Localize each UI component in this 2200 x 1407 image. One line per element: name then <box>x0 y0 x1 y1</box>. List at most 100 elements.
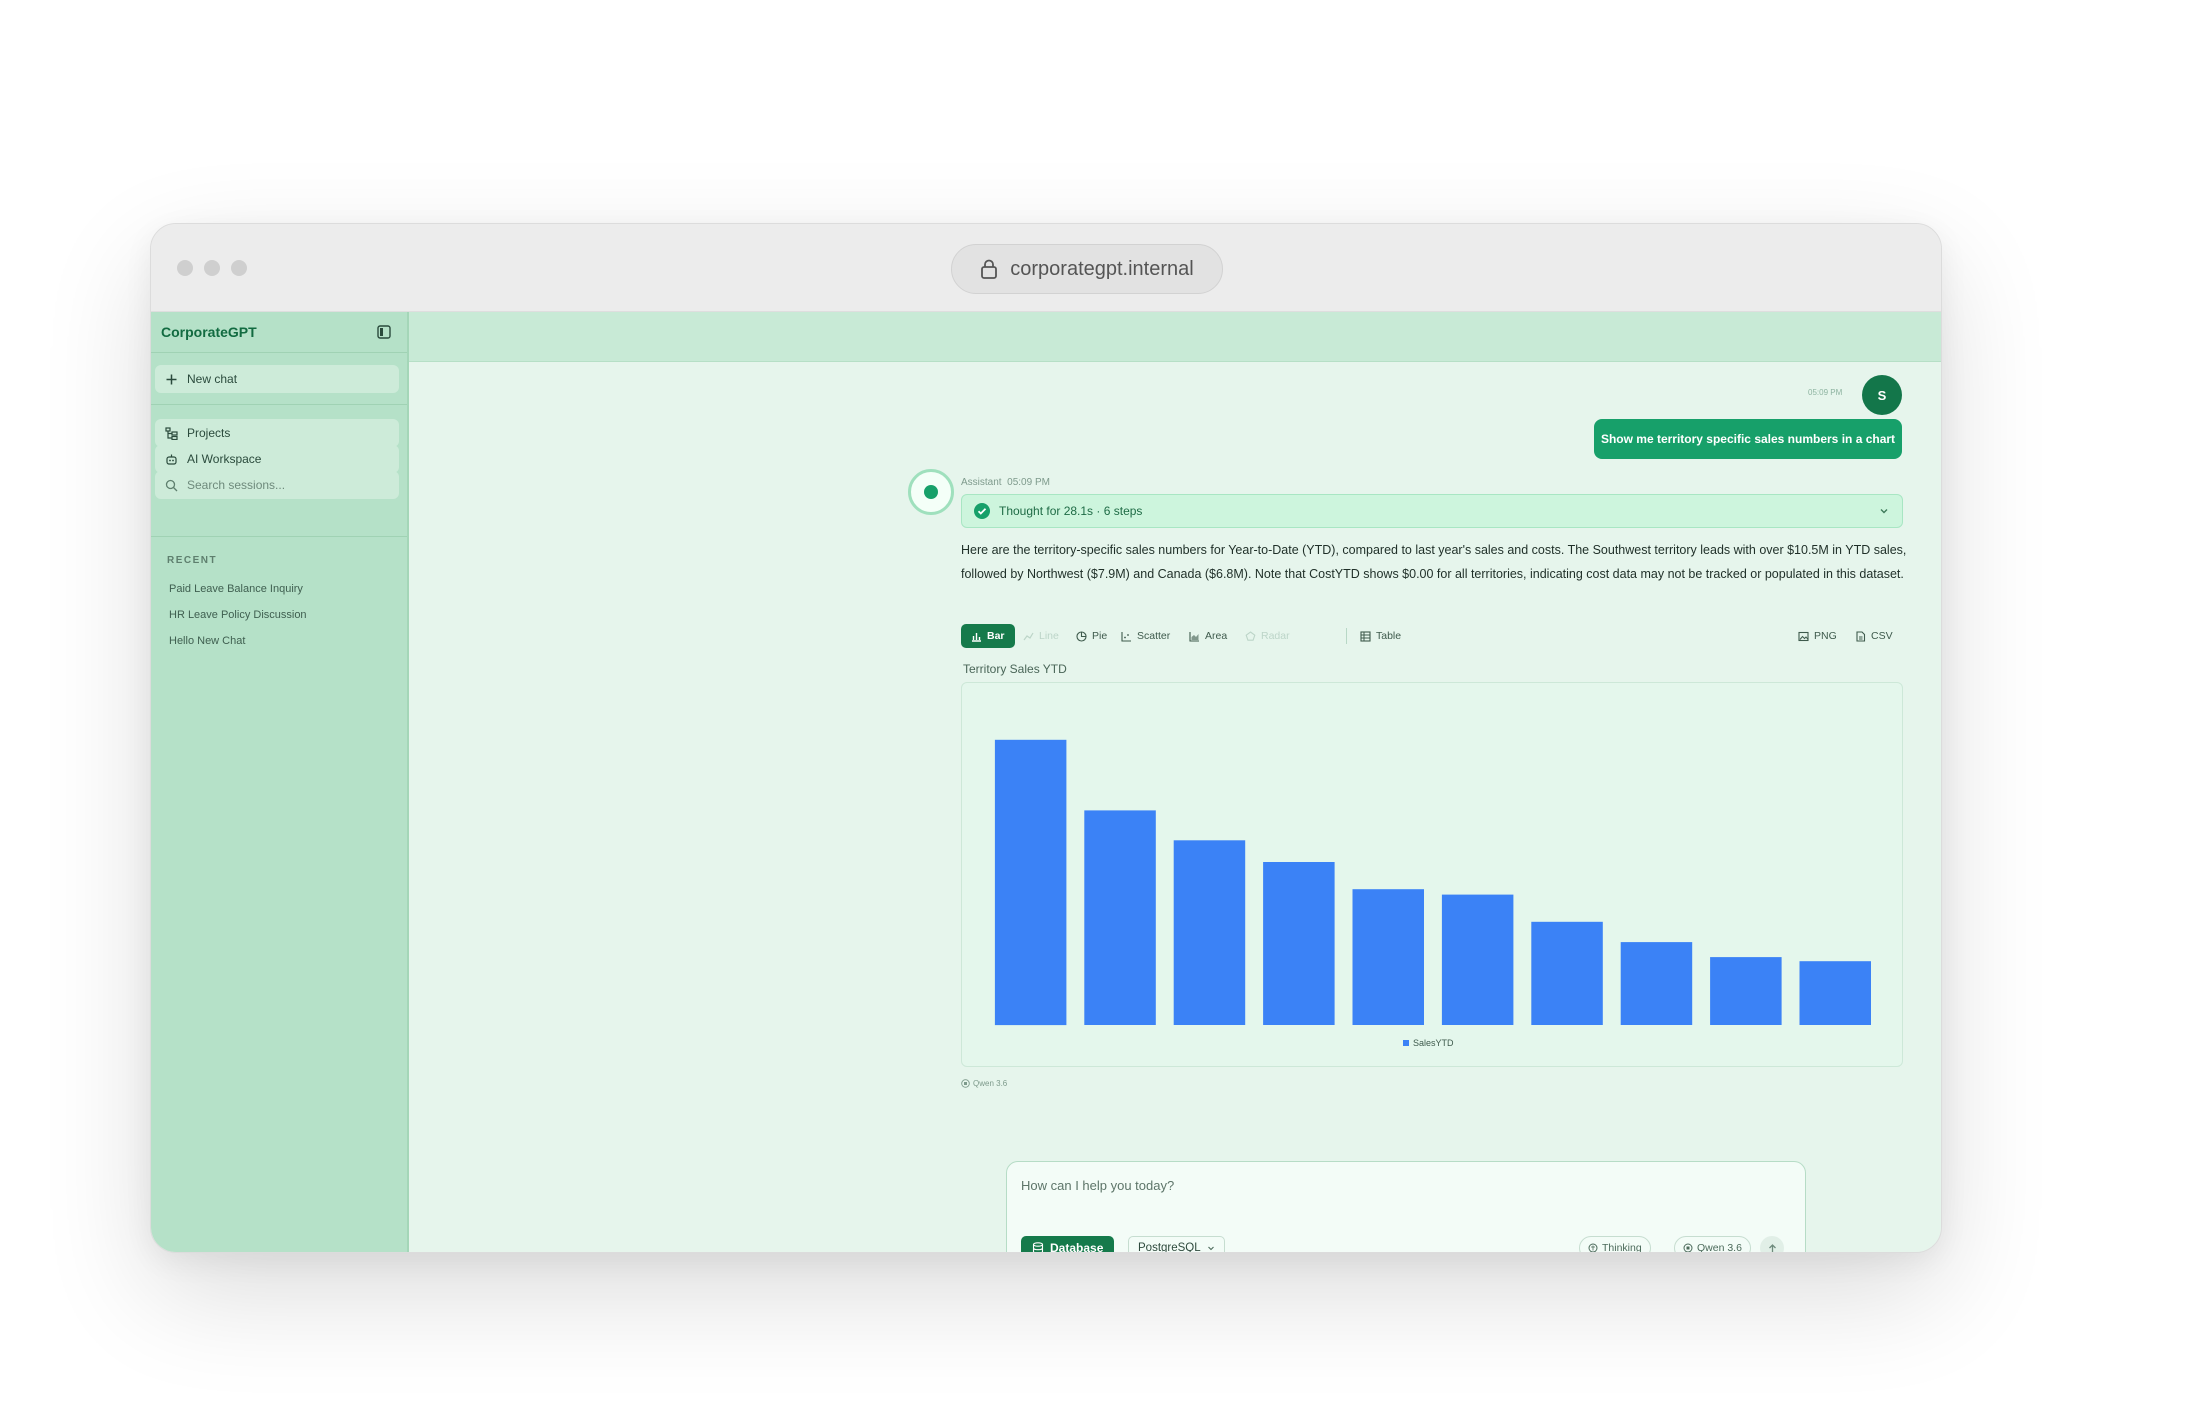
sidebar-item-projects[interactable]: Projects <box>155 419 399 447</box>
chart-type-line-button[interactable]: Line <box>1023 624 1059 648</box>
export-csv-button[interactable]: CSV <box>1855 624 1893 648</box>
chart-bar[interactable] <box>1173 840 1246 1025</box>
chart-type-label: Area <box>1205 630 1228 642</box>
app-area: CorporateGPT New chat Projects AI Worksp… <box>151 312 1941 1252</box>
check-circle-icon <box>974 503 990 519</box>
new-chat-label: New chat <box>187 372 238 386</box>
chart-bar[interactable] <box>1531 921 1603 1025</box>
brand-row: CorporateGPT <box>151 312 409 352</box>
chart-type-label: Pie <box>1092 630 1108 642</box>
search-placeholder: Search sessions... <box>187 478 286 492</box>
thinking-toggle[interactable]: Thinking <box>1579 1236 1651 1253</box>
model-label: Qwen 3.6 <box>1697 1242 1742 1253</box>
chart-container: SalesYTD <box>961 682 1903 1067</box>
chart-type-bar-button[interactable]: Bar <box>961 624 1015 648</box>
search-sessions-input[interactable]: Search sessions... <box>155 471 399 499</box>
url-text: corporategpt.internal <box>1010 257 1194 280</box>
chart-type-radar-button[interactable]: Radar <box>1245 624 1290 648</box>
message-composer[interactable]: How can I help you today? Database Postg… <box>1006 1161 1806 1253</box>
new-chat-button[interactable]: New chat <box>155 365 399 393</box>
thought-text: Thought for 28.1s · 6 steps <box>999 504 1143 518</box>
address-bar[interactable]: corporategpt.internal <box>951 244 1223 294</box>
table-view-button[interactable]: Table <box>1360 624 1401 648</box>
send-button[interactable] <box>1760 1236 1784 1252</box>
model-tag-text: Qwen 3.6 <box>973 1079 1008 1088</box>
chart-bar[interactable] <box>1710 957 1782 1025</box>
table-icon <box>1360 630 1371 642</box>
chart-type-area-button[interactable]: Area <box>1189 624 1227 648</box>
assistant-label: Assistant <box>961 477 1002 488</box>
assistant-answer: Here are the territory-specific sales nu… <box>961 543 1907 581</box>
radar-chart-icon <box>1245 630 1256 641</box>
composer-placeholder: How can I help you today? <box>1021 1178 1175 1193</box>
bar-chart: SalesYTD <box>994 739 1872 1048</box>
csv-label: CSV <box>1871 630 1893 642</box>
top-bar <box>409 312 1941 362</box>
legend-swatch <box>1403 1040 1409 1046</box>
assistant-avatar-dot <box>924 485 938 499</box>
assistant-meta: Assistant 05:09 PM <box>961 477 1050 488</box>
area-chart-icon <box>1189 631 1199 642</box>
browser-chrome: corporategpt.internal <box>151 224 1941 312</box>
table-label: Table <box>1376 630 1402 642</box>
line-chart-icon <box>1023 632 1034 640</box>
toggle-sidebar-icon[interactable] <box>377 325 391 339</box>
lock-icon <box>981 259 998 279</box>
scatter-chart-icon <box>1121 631 1131 642</box>
chart-bar[interactable] <box>1620 942 1693 1025</box>
brand-name: CorporateGPT <box>161 324 257 340</box>
chart-bar[interactable] <box>1441 894 1514 1025</box>
database-toggle-button[interactable]: Database <box>1021 1236 1115 1253</box>
sidebar-item-ai-workspace[interactable]: AI Workspace <box>155 445 399 473</box>
image-icon <box>1798 631 1809 641</box>
chart-bar[interactable] <box>1084 810 1156 1025</box>
user-message-time: 05:09 PM <box>1808 388 1843 397</box>
projects-label: Projects <box>187 426 231 440</box>
minimize-window-button[interactable] <box>204 260 220 276</box>
recent-chat-item[interactable]: HR Leave Policy Discussion <box>169 609 307 621</box>
database-label: Database <box>1050 1241 1104 1253</box>
recent-heading: RECENT <box>167 555 218 566</box>
maximize-window-button[interactable] <box>231 260 247 276</box>
database-icon <box>1032 1242 1044 1252</box>
cpu-icon <box>961 1079 970 1088</box>
ai-workspace-label: AI Workspace <box>187 452 262 466</box>
recent-chat-item[interactable]: Paid Leave Balance Inquiry <box>169 583 303 595</box>
chart-type-label: Bar <box>987 630 1005 642</box>
pie-chart-icon <box>1076 630 1087 642</box>
robot-icon <box>166 454 177 465</box>
divider <box>151 536 407 537</box>
chart-bar[interactable] <box>1799 961 1872 1025</box>
browser-window: corporategpt.internal CorporateGPT New c… <box>150 223 1942 1253</box>
toolbar-separator <box>1346 628 1347 644</box>
chart-bar[interactable] <box>1263 862 1335 1025</box>
divider <box>151 404 407 405</box>
model-select[interactable]: Qwen 3.6 <box>1674 1236 1751 1253</box>
assistant-time: 05:09 PM <box>1007 477 1050 488</box>
recent-chat-item[interactable]: Hello New Chat <box>169 635 245 647</box>
database-engine-select[interactable]: PostgreSQL <box>1128 1236 1225 1253</box>
chart-bar[interactable] <box>994 739 1067 1026</box>
user-avatar[interactable]: S <box>1862 375 1902 415</box>
database-engine-value: PostgreSQL <box>1138 1242 1201 1253</box>
chart-type-scatter-button[interactable]: Scatter <box>1121 624 1170 648</box>
chart-type-pie-button[interactable]: Pie <box>1076 624 1107 648</box>
close-window-button[interactable] <box>177 260 193 276</box>
chart-bar[interactable] <box>1352 889 1425 1025</box>
divider <box>151 352 407 353</box>
plus-icon <box>166 374 177 384</box>
folder-tree-icon <box>165 426 178 440</box>
arrow-up-icon <box>1768 1243 1776 1252</box>
chart-type-label: Scatter <box>1137 630 1171 642</box>
sidebar: CorporateGPT New chat Projects AI Worksp… <box>151 312 409 1252</box>
brain-icon <box>1588 1243 1598 1252</box>
chevron-down-icon <box>1880 509 1888 514</box>
assistant-avatar <box>908 469 954 515</box>
export-png-button[interactable]: PNG <box>1798 624 1837 648</box>
thinking-label: Thinking <box>1602 1242 1642 1253</box>
legend-label[interactable]: SalesYTD <box>1413 1038 1454 1048</box>
thought-summary-toggle[interactable]: Thought for 28.1s · 6 steps <box>961 494 1903 528</box>
file-icon <box>1856 630 1866 642</box>
png-label: PNG <box>1814 630 1837 642</box>
user-message: Show me territory specific sales numbers… <box>1594 419 1902 459</box>
